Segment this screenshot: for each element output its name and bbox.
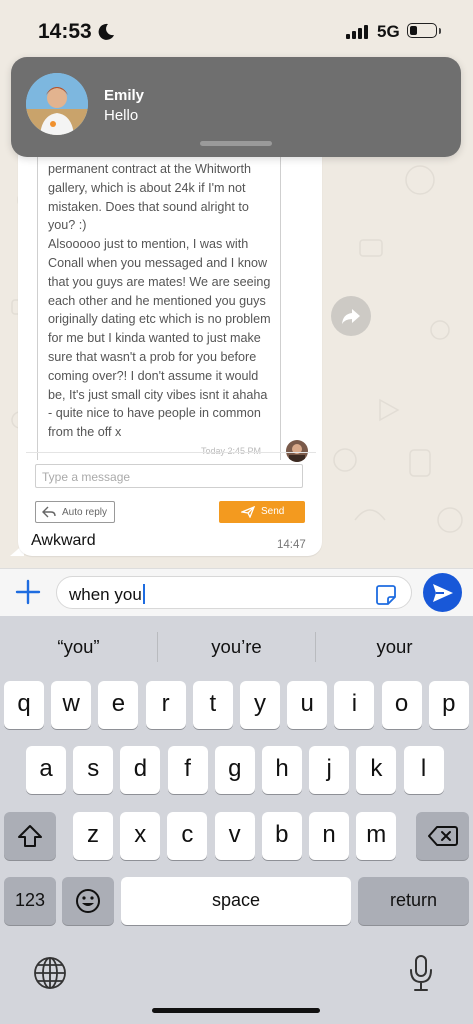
return-key[interactable]: return bbox=[358, 877, 469, 925]
shift-icon bbox=[18, 825, 42, 847]
notification-message: Hello bbox=[104, 107, 139, 124]
backspace-key[interactable] bbox=[416, 812, 469, 860]
forward-icon bbox=[342, 309, 360, 324]
space-key[interactable]: space bbox=[121, 877, 351, 925]
emoji-icon bbox=[76, 889, 100, 913]
key-f[interactable]: f bbox=[167, 746, 208, 794]
notification-sender: Emily bbox=[104, 87, 145, 104]
key-t[interactable]: t bbox=[192, 681, 233, 729]
key-i[interactable]: i bbox=[334, 681, 375, 729]
plus-icon[interactable] bbox=[14, 578, 42, 606]
suggestion-bar: “you” you’re your bbox=[0, 616, 473, 678]
key-x[interactable]: x bbox=[120, 812, 161, 860]
globe-icon[interactable] bbox=[33, 956, 67, 990]
home-indicator bbox=[152, 1008, 320, 1013]
key-w[interactable]: w bbox=[51, 681, 92, 729]
auto-reply-label: Auto reply bbox=[62, 507, 108, 518]
key-l[interactable]: l bbox=[403, 746, 444, 794]
network-type: 5G bbox=[377, 22, 400, 41]
cellular-signal-icon bbox=[346, 25, 368, 39]
quoted-message-timestamp: Today 2:45 PM bbox=[201, 446, 262, 456]
notification-banner[interactable]: Emily Hello bbox=[11, 57, 461, 157]
battery-tip bbox=[439, 28, 441, 34]
forward-button[interactable] bbox=[331, 296, 371, 336]
suggestion-3[interactable]: your bbox=[316, 636, 473, 658]
banner-grabber[interactable] bbox=[200, 141, 272, 146]
key-e[interactable]: e bbox=[98, 681, 139, 729]
key-r[interactable]: r bbox=[145, 681, 186, 729]
message-time: 14:47 bbox=[277, 539, 306, 551]
key-v[interactable]: v bbox=[214, 812, 255, 860]
key-h[interactable]: h bbox=[262, 746, 302, 794]
key-u[interactable]: u bbox=[287, 681, 328, 729]
key-g[interactable]: g bbox=[214, 746, 255, 794]
key-c[interactable]: c bbox=[167, 812, 208, 860]
message-composer: when you bbox=[0, 568, 473, 617]
reply-arrow-icon bbox=[42, 506, 56, 518]
key-n[interactable]: n bbox=[309, 812, 349, 860]
key-k[interactable]: k bbox=[356, 746, 397, 794]
key-o[interactable]: o bbox=[381, 681, 422, 729]
compose-input[interactable]: when you bbox=[56, 576, 412, 609]
auto-reply-button[interactable]: Auto reply bbox=[35, 501, 115, 523]
key-m[interactable]: m bbox=[356, 812, 397, 860]
key-p[interactable]: p bbox=[428, 681, 469, 729]
numbers-key[interactable]: 123 bbox=[4, 877, 56, 925]
key-q[interactable]: q bbox=[4, 681, 44, 729]
key-z[interactable]: z bbox=[73, 812, 113, 860]
battery-icon bbox=[407, 23, 437, 38]
status-time: 14:53 bbox=[38, 20, 92, 43]
key-a[interactable]: a bbox=[26, 746, 66, 794]
key-d[interactable]: d bbox=[120, 746, 161, 794]
key-b[interactable]: b bbox=[261, 812, 302, 860]
suggestion-2[interactable]: you’re bbox=[158, 636, 315, 658]
suggestion-1[interactable]: “you” bbox=[0, 636, 157, 658]
key-y[interactable]: y bbox=[240, 681, 280, 729]
compose-text: when you bbox=[69, 585, 142, 604]
quoted-message-text: permanent contract at the Whitworth gall… bbox=[48, 162, 271, 440]
sticker-icon[interactable] bbox=[375, 584, 397, 606]
reply-input[interactable]: Type a message bbox=[35, 464, 303, 488]
shift-key[interactable] bbox=[4, 812, 56, 860]
sender-avatar bbox=[286, 440, 308, 462]
send-reply-button[interactable]: Send bbox=[219, 501, 305, 523]
message-bubble[interactable]: permanent contract at the Whitworth gall… bbox=[18, 120, 322, 556]
quoted-message-card: permanent contract at the Whitworth gall… bbox=[37, 120, 281, 460]
emoji-key[interactable] bbox=[62, 877, 114, 925]
message-text: Awkward bbox=[31, 532, 96, 549]
moon-icon bbox=[98, 23, 114, 40]
send-button[interactable] bbox=[423, 573, 462, 612]
status-bar: 14:53 5G bbox=[0, 0, 473, 60]
send-label: Send bbox=[261, 506, 285, 517]
microphone-icon[interactable] bbox=[408, 954, 434, 992]
send-icon bbox=[433, 584, 453, 602]
keyboard: “you” you’re your 123 space return q w e… bbox=[0, 616, 473, 1024]
key-s[interactable]: s bbox=[73, 746, 114, 794]
card-divider bbox=[26, 452, 316, 453]
backspace-icon bbox=[427, 826, 458, 846]
contact-avatar bbox=[26, 73, 88, 135]
text-caret bbox=[142, 584, 145, 604]
paper-plane-icon bbox=[241, 506, 255, 518]
key-j[interactable]: j bbox=[309, 746, 350, 794]
